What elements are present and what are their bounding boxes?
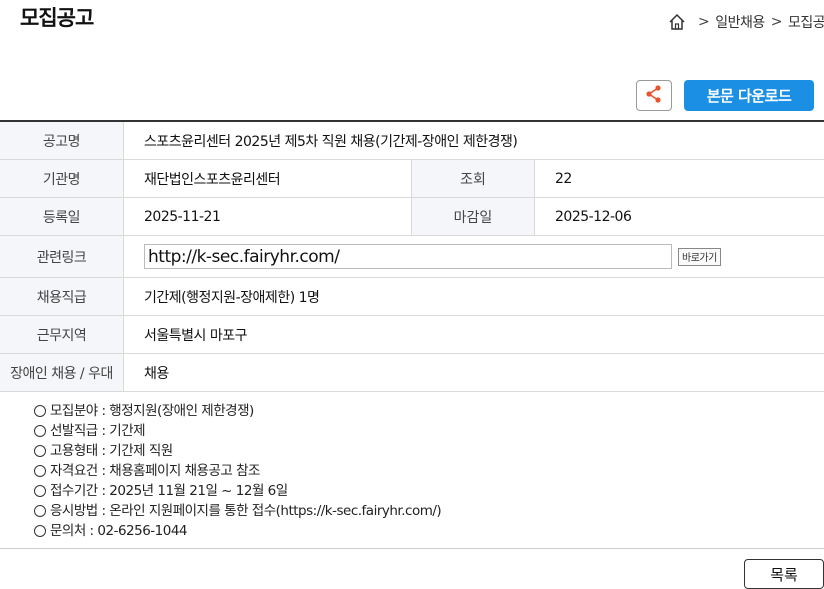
- detail-text: 모집분야 : 행정지원(장애인 제한경쟁): [50, 403, 254, 419]
- circle-bullet-icon: [34, 485, 46, 497]
- related-link-input[interactable]: [144, 244, 672, 269]
- region-value: 서울특별시 마포구: [144, 327, 248, 344]
- position-label: 채용직급: [0, 278, 124, 315]
- home-icon[interactable]: [668, 13, 686, 31]
- disabled-hiring-label: 장애인 채용 / 우대: [0, 354, 124, 391]
- table-row: 공고명 스포츠윤리센터 2025년 제5차 직원 채용(기간제-장애인 제한경쟁…: [0, 122, 824, 160]
- list-item: 문의처 : 02-6256-1044: [34, 521, 441, 541]
- download-button[interactable]: 본문 다운로드: [684, 80, 814, 111]
- divider: [0, 548, 824, 549]
- position-value: 기간제(행정지원-장애제한) 1명: [144, 289, 320, 306]
- reg-date-value: 2025-11-21: [144, 208, 221, 225]
- reg-date-label: 등록일: [0, 198, 124, 235]
- table-row: 근무지역 서울특별시 마포구: [0, 316, 824, 354]
- list-item: 접수기간 : 2025년 11월 21일 ~ 12월 6일: [34, 481, 441, 501]
- detail-text: 접수기간 : 2025년 11월 21일 ~ 12월 6일: [50, 483, 288, 499]
- region-label: 근무지역: [0, 316, 124, 353]
- list-item: 고용형태 : 기간제 직원: [34, 441, 441, 461]
- table-row: 기관명 재단법인스포츠윤리센터 조회 22: [0, 160, 824, 198]
- circle-bullet-icon: [34, 405, 46, 417]
- disabled-hiring-value: 채용: [144, 365, 169, 382]
- job-details: 모집분야 : 행정지원(장애인 제한경쟁) 선발직급 : 기간제 고용형태 : …: [34, 401, 442, 541]
- detail-text: 선발직급 : 기간제: [50, 423, 146, 439]
- breadcrumb-separator: >: [770, 14, 783, 30]
- job-info-table: 공고명 스포츠윤리센터 2025년 제5차 직원 채용(기간제-장애인 제한경쟁…: [0, 120, 824, 392]
- deadline-value: 2025-12-06: [555, 208, 632, 225]
- org-label: 기관명: [0, 160, 124, 197]
- table-row: 등록일 2025-11-21 마감일 2025-12-06: [0, 198, 824, 236]
- list-item: 선발직급 : 기간제: [34, 421, 441, 441]
- list-button[interactable]: 목록: [744, 559, 824, 589]
- share-icon: [645, 84, 663, 108]
- circle-bullet-icon: [34, 425, 46, 437]
- link-cell: 바로가기: [124, 236, 824, 277]
- org-value: 재단법인스포츠윤리센터: [144, 171, 281, 188]
- share-button[interactable]: [636, 80, 672, 111]
- breadcrumb-separator: >: [698, 14, 710, 30]
- table-row: 채용직급 기간제(행정지원-장애제한) 1명: [0, 278, 824, 316]
- table-row: 관련링크 바로가기: [0, 236, 824, 278]
- list-item: 모집분야 : 행정지원(장애인 제한경쟁): [34, 401, 441, 421]
- link-label: 관련링크: [0, 236, 124, 277]
- go-link-button[interactable]: 바로가기: [678, 247, 721, 266]
- list-item: 자격요건 : 채용홈페이지 채용공고 참조: [34, 461, 441, 481]
- table-row: 장애인 채용 / 우대 채용: [0, 354, 824, 392]
- breadcrumb: > 일반채용 > 모집공고: [668, 12, 824, 32]
- views-value: 22: [555, 170, 572, 187]
- detail-text: 응시방법 : 온라인 지원페이지를 통한 접수(https://k-sec.fa…: [50, 503, 442, 519]
- title-value: 스포츠윤리센터 2025년 제5차 직원 채용(기간제-장애인 제한경쟁): [144, 133, 518, 150]
- circle-bullet-icon: [34, 445, 46, 457]
- circle-bullet-icon: [34, 465, 46, 477]
- page-title: 모집공고: [20, 6, 94, 30]
- views-label: 조회: [411, 160, 535, 197]
- breadcrumb-item-notice[interactable]: 모집공고: [788, 12, 824, 32]
- list-item: 응시방법 : 온라인 지원페이지를 통한 접수(https://k-sec.fa…: [34, 501, 442, 521]
- detail-text: 문의처 : 02-6256-1044: [50, 523, 188, 539]
- detail-text: 고용형태 : 기간제 직원: [50, 443, 173, 459]
- breadcrumb-item-general[interactable]: 일반채용: [715, 12, 765, 32]
- detail-text: 자격요건 : 채용홈페이지 채용공고 참조: [50, 463, 260, 479]
- circle-bullet-icon: [34, 525, 46, 537]
- title-label: 공고명: [0, 122, 124, 159]
- deadline-label: 마감일: [411, 198, 535, 235]
- circle-bullet-icon: [34, 505, 46, 517]
